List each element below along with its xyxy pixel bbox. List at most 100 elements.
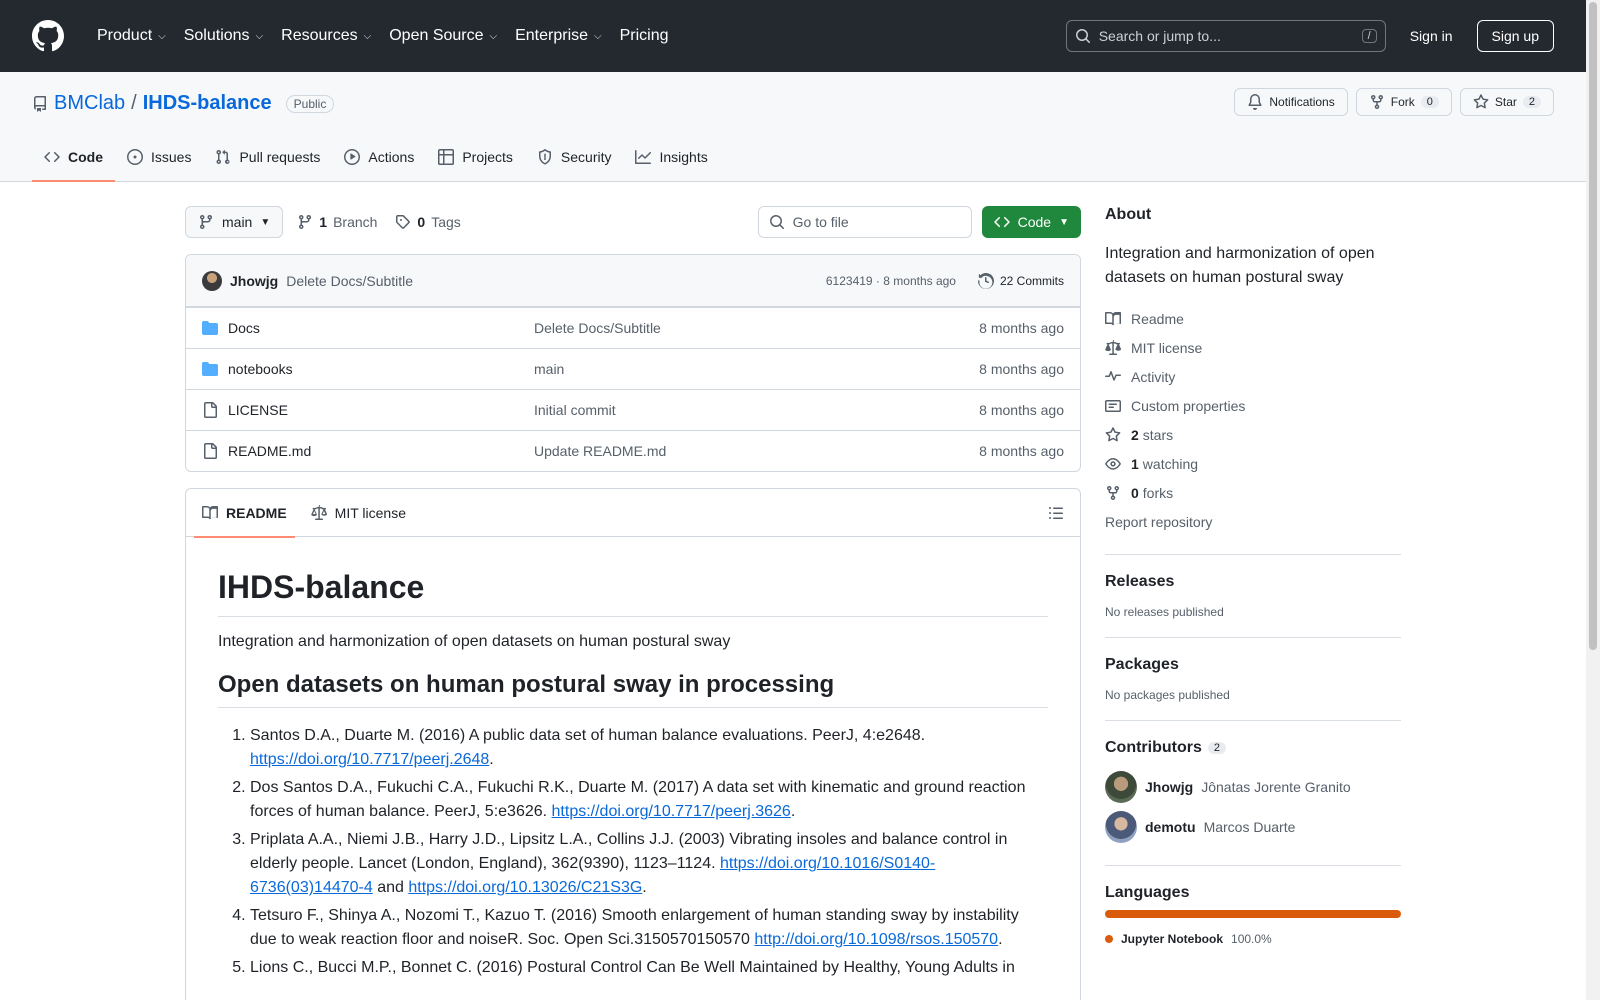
list-icon	[1049, 506, 1063, 519]
doi-link[interactable]: https://doi.org/10.7717/peerj.3626	[552, 803, 791, 820]
tab-projects[interactable]: Projects	[426, 133, 525, 181]
file-commit-message[interactable]: main	[534, 361, 979, 377]
releases-title[interactable]: Releases	[1105, 573, 1401, 591]
license-link[interactable]: MIT license	[1105, 333, 1401, 362]
language-name: Jupyter Notebook	[1121, 932, 1224, 946]
visibility-badge: Public	[285, 94, 335, 113]
tab-label: Code	[68, 149, 103, 165]
tab-issues[interactable]: Issues	[115, 133, 203, 181]
forks-link[interactable]: 0 forks	[1105, 478, 1401, 507]
file-commit-message[interactable]: Initial commit	[534, 402, 979, 418]
tab-label: Actions	[368, 149, 415, 165]
repo-name-link[interactable]: IHDS-balance	[143, 92, 272, 115]
nav-solutions[interactable]: Solutions ⌵	[175, 20, 272, 52]
branches-link[interactable]: 1 Branch	[293, 214, 381, 230]
repo-sidebar: About Integration and harmonization of o…	[1105, 206, 1401, 946]
notifications-button[interactable]: Notifications	[1234, 88, 1348, 116]
file-link[interactable]: Docs	[202, 320, 534, 336]
file-commit-message[interactable]: Delete Docs/Subtitle	[534, 320, 979, 336]
go-to-file-input[interactable]: Go to file	[757, 206, 972, 238]
book-icon	[202, 505, 218, 519]
tab-label: Pull requests	[239, 149, 321, 165]
star-icon	[1473, 94, 1489, 109]
nav-label: Open Source	[389, 27, 484, 44]
file-link[interactable]: README.md	[202, 443, 534, 459]
contributors-title[interactable]: Contributors 2	[1105, 739, 1401, 757]
tab-security[interactable]: Security	[525, 133, 624, 181]
sidebar-link-label: MIT license	[1131, 339, 1203, 356]
sidebar-link-label: Custom properties	[1131, 397, 1246, 414]
watchers-link[interactable]: 1 watching	[1105, 449, 1401, 478]
nav-label: Pricing	[619, 27, 669, 44]
doi-link[interactable]: https://doi.org/10.13026/C21S3G	[408, 879, 642, 896]
branch-icon	[200, 214, 212, 230]
nav-pricing[interactable]: Pricing	[611, 20, 678, 52]
commit-author-link[interactable]: Jhowjg	[230, 273, 278, 289]
tab-license[interactable]: MIT license	[303, 489, 414, 537]
tab-code[interactable]: Code	[32, 133, 115, 182]
sidebar-link-label: Readme	[1131, 310, 1184, 327]
commit-count-label: 22 Commits	[999, 273, 1064, 288]
tab-label: Insights	[659, 149, 708, 165]
page-scrollbar[interactable]	[1586, 0, 1600, 1000]
fork-button[interactable]: Fork 0	[1355, 88, 1452, 116]
nav-resources[interactable]: Resources ⌵	[272, 20, 380, 52]
code-download-button[interactable]: Code ▼	[981, 206, 1081, 238]
sidebar-link-label: stars	[1142, 426, 1174, 443]
avatar[interactable]	[1105, 811, 1137, 843]
tab-readme[interactable]: README	[194, 489, 295, 538]
language-percent: 100.0%	[1231, 932, 1272, 946]
avatar[interactable]	[202, 270, 222, 291]
readme-title: IHDS-balance	[218, 569, 1048, 617]
packages-title[interactable]: Packages	[1105, 656, 1401, 674]
repo-owner-link[interactable]: BMClab	[54, 92, 125, 115]
scrollbar-thumb[interactable]	[1589, 2, 1597, 650]
file-browser: Jhowjg Delete Docs/Subtitle 6123419 · 8 …	[185, 254, 1081, 472]
nav-open-source[interactable]: Open Source ⌵	[380, 20, 506, 52]
packages-empty-text: No packages published	[1105, 688, 1230, 702]
github-logo-icon[interactable]	[32, 20, 64, 52]
readme-link[interactable]: Readme	[1105, 304, 1401, 333]
tab-insights[interactable]: Insights	[623, 133, 719, 181]
outline-button[interactable]	[1040, 497, 1072, 529]
contributor-row[interactable]: demotu Marcos Duarte	[1105, 807, 1401, 847]
shield-icon	[538, 149, 551, 165]
repo-header: BMClab / IHDS-balance Public Notificatio…	[0, 72, 1586, 182]
tab-actions[interactable]: Actions	[332, 133, 426, 181]
language-color-dot	[1105, 935, 1113, 943]
tags-link[interactable]: 0 Tags	[391, 214, 464, 230]
file-time: 8 months ago	[979, 361, 1064, 377]
nav-product[interactable]: Product ⌵	[88, 20, 175, 52]
file-time: 8 months ago	[979, 443, 1064, 459]
commit-message-link[interactable]: Delete Docs/Subtitle	[286, 273, 413, 289]
activity-link[interactable]: Activity	[1105, 362, 1401, 391]
star-button[interactable]: Star 2	[1459, 88, 1554, 116]
table-row: Docs Delete Docs/Subtitle 8 months ago	[186, 307, 1080, 348]
reference-end: .	[998, 931, 1003, 948]
file-link[interactable]: LICENSE	[202, 402, 534, 418]
custom-properties-link[interactable]: Custom properties	[1105, 391, 1401, 420]
nav-enterprise[interactable]: Enterprise ⌵	[506, 20, 611, 52]
list-item: Lions C., Bucci M.P., Bonnet C. (2016) P…	[250, 956, 1048, 980]
file-link[interactable]: notebooks	[202, 361, 534, 377]
avatar[interactable]	[1105, 771, 1137, 803]
sign-in-link[interactable]: Sign in	[1398, 28, 1465, 44]
language-item[interactable]: Jupyter Notebook 100.0%	[1105, 932, 1401, 946]
repo-icon	[33, 95, 46, 112]
branch-select-button[interactable]: main ▼	[185, 206, 284, 238]
global-search-input[interactable]: Search or jump to... /	[1065, 20, 1386, 52]
report-repository-link[interactable]: Report repository	[1105, 507, 1401, 536]
nav-label: Resources	[281, 27, 358, 44]
commit-hash-link[interactable]: 6123419	[826, 274, 873, 288]
code-icon	[993, 216, 1010, 228]
file-commit-message[interactable]: Update README.md	[534, 443, 979, 459]
tab-label: Projects	[462, 149, 513, 165]
sign-up-button[interactable]: Sign up	[1476, 20, 1554, 52]
doi-link[interactable]: https://doi.org/10.7717/peerj.2648	[250, 751, 489, 768]
contributor-row[interactable]: Jhowjg Jônatas Jorente Granito	[1105, 767, 1401, 807]
doi-link[interactable]: http://doi.org/10.1098/rsos.150570	[754, 931, 998, 948]
tab-pull-requests[interactable]: Pull requests	[203, 133, 332, 181]
stars-link[interactable]: 2 stars	[1105, 420, 1401, 449]
commits-link[interactable]: 22 Commits	[977, 272, 1064, 289]
caret-down-icon: ▼	[260, 216, 271, 228]
